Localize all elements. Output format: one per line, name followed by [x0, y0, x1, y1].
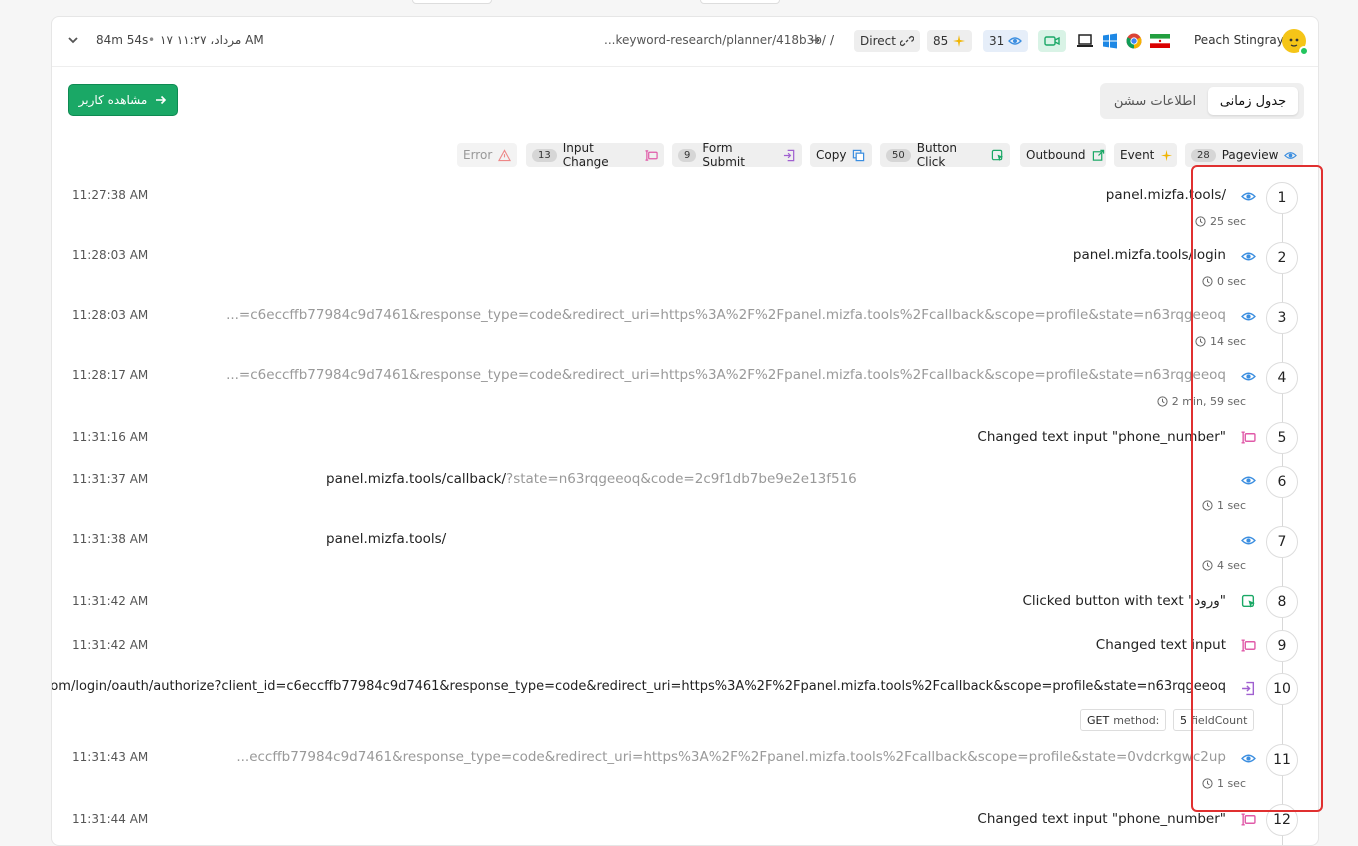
event-text[interactable]: binesh-ec.com/login/oauth/authorize?clie…	[51, 679, 1226, 694]
recording-badge[interactable]	[1038, 30, 1066, 52]
event-time: 11:31:38 AM	[72, 532, 149, 546]
event-time: 11:31:42 AM	[72, 594, 149, 608]
laptop-icon	[1076, 34, 1094, 48]
method-tag: GET method:	[1080, 709, 1167, 731]
event-time: 11:28:17 AM	[72, 368, 149, 382]
session-card: 84m 54s • ۱۷ مرداد، ۱۱:۲۷ AM ...keyword-…	[51, 16, 1319, 846]
event-text[interactable]: ...=c6eccffb77984c9d7461&response_type=c…	[226, 367, 1226, 383]
view-user-label: مشاهده کاربر	[78, 93, 148, 107]
input-icon	[645, 149, 658, 162]
video-camera-icon	[1044, 35, 1060, 47]
event-time: 11:28:03 AM	[72, 308, 149, 322]
session-datetime: ۱۷ مرداد، ۱۱:۲۷ AM	[160, 33, 264, 47]
session-header: 84m 54s • ۱۷ مرداد، ۱۱:۲۷ AM ...keyword-…	[52, 17, 1318, 67]
eye-icon	[1008, 34, 1023, 48]
link-icon	[899, 34, 914, 48]
eye-icon	[1284, 149, 1298, 162]
event-time: 11:31:16 AM	[72, 430, 149, 444]
filter-copy[interactable]: Copy	[810, 143, 872, 167]
event-text[interactable]: panel.mizfa.tools/	[326, 531, 446, 547]
top-stub	[412, 0, 492, 4]
event-text-main: Changed text input "phone_number"	[977, 811, 1226, 827]
arrow-right-icon	[155, 94, 167, 106]
filter-label: Input Change	[562, 141, 609, 169]
iran-flag-icon	[1150, 34, 1170, 48]
filter-button-click[interactable]: 50 Button Click	[880, 141, 1010, 169]
event-text[interactable]: Changed text input "phone_number"	[977, 429, 1226, 445]
top-stub	[700, 0, 780, 4]
slash-text: /	[830, 33, 835, 47]
filter-label: Pageview	[1221, 148, 1279, 162]
filter-count: 50	[886, 148, 911, 162]
event-text-main: panel.mizfa.tools/callback/	[326, 471, 507, 487]
tab-timeline[interactable]: جدول زمانی	[1208, 87, 1298, 115]
event-time: 11:27:38 AM	[72, 188, 149, 202]
score-value: 85	[933, 34, 949, 48]
clock-icon	[1157, 396, 1168, 407]
filter-count: 13	[532, 148, 557, 162]
event-text-muted: ...=c6eccffb77984c9d7461&response_type=c…	[226, 307, 1226, 323]
filter-input-change[interactable]: 13 Input Change	[526, 141, 664, 169]
pageviews-badge: 31	[983, 30, 1029, 52]
event-time: 11:28:03 AM	[72, 248, 149, 262]
event-time: 11:31:43 AM	[72, 750, 149, 764]
sparkle-icon	[952, 34, 966, 48]
filter-error[interactable]: Error	[457, 143, 517, 167]
warning-icon	[498, 148, 512, 162]
external-link-icon	[1092, 149, 1105, 162]
method-value: GET	[1087, 713, 1110, 727]
separator-dot: •	[148, 33, 156, 47]
event-time: 11:31:44 AM	[72, 812, 149, 826]
event-text[interactable]: ...eccffb77984c9d7461&response_type=code…	[236, 749, 1226, 765]
filter-label: Form Submit	[702, 141, 745, 169]
field-count-value: 5	[1180, 713, 1187, 727]
filter-count: 28	[1191, 148, 1216, 162]
online-status-dot	[1299, 46, 1309, 56]
input-icon	[1240, 811, 1256, 827]
event-text[interactable]: panel.mizfa.tools/callback/?state=n63rqg…	[326, 471, 857, 487]
tab-session-info[interactable]: اطلاعات سشن	[1106, 87, 1204, 115]
filter-form-submit[interactable]: 9 Form Submit	[672, 141, 802, 169]
filter-label: Error	[463, 148, 493, 162]
event-time: 11:31:37 AM	[72, 472, 149, 486]
arrow-text: →	[810, 33, 821, 47]
source-label: Direct	[860, 34, 896, 48]
session-tabs: جدول زمانی اطلاعات سشن	[1100, 83, 1304, 119]
windows-icon	[1102, 33, 1118, 49]
event-text[interactable]: ...=c6eccffb77984c9d7461&response_type=c…	[226, 307, 1226, 323]
event-text[interactable]: Changed text input "phone_number"	[977, 811, 1226, 827]
event-text-muted: ...eccffb77984c9d7461&response_type=code…	[236, 749, 1226, 765]
user-name[interactable]: Peach Stingray	[1194, 33, 1284, 47]
filter-count: 9	[678, 148, 697, 162]
event-time: 11:31:42 AM	[72, 638, 149, 652]
event-text-main: panel.mizfa.tools/	[326, 531, 447, 547]
chrome-icon	[1126, 33, 1142, 49]
filter-event[interactable]: Event	[1114, 143, 1177, 167]
current-url[interactable]: ...keyword-research/planner/418b3b/	[604, 33, 826, 47]
filter-outbound[interactable]: Outbound	[1020, 143, 1106, 167]
form-submit-icon	[783, 149, 796, 162]
filter-label: Copy	[816, 148, 847, 162]
session-duration: 84m 54s	[96, 33, 149, 47]
filter-pageview[interactable]: 28 Pageview	[1185, 143, 1303, 167]
event-text-muted: ...=c6eccffb77984c9d7461&response_type=c…	[226, 367, 1226, 383]
filter-label: Outbound	[1026, 148, 1086, 162]
click-icon	[991, 149, 1004, 162]
event-text-main: Changed text input "phone_number"	[977, 429, 1226, 445]
avatar[interactable]	[1282, 29, 1309, 56]
chevron-down-icon[interactable]	[66, 33, 80, 47]
sparkle-icon	[1160, 149, 1173, 162]
event-text-muted: ?state=n63rqgeeoq&code=2c9f1db7be9e2e13f…	[506, 471, 857, 487]
score-badge: 85	[927, 30, 973, 52]
view-user-button[interactable]: مشاهده کاربر	[68, 84, 178, 116]
pageviews-count: 31	[989, 34, 1005, 48]
highlight-box	[1191, 165, 1323, 812]
source-badge: Direct	[854, 30, 920, 52]
method-label: method:	[1113, 713, 1160, 727]
filter-label: Button Click	[916, 141, 957, 169]
copy-icon	[852, 149, 865, 162]
event-text-main: binesh-ec.com/login/oauth/authorize?clie…	[51, 679, 1226, 694]
filter-label: Event	[1120, 148, 1155, 162]
